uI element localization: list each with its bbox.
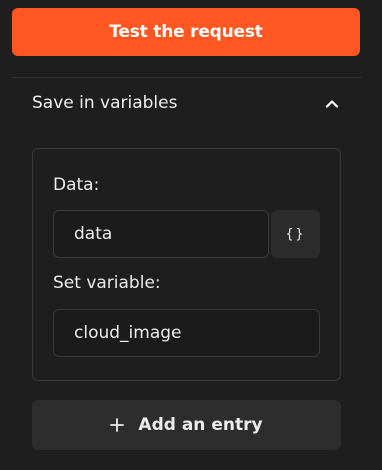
add-entry-button[interactable]: Add an entry — [32, 400, 341, 450]
json-variable-button[interactable]: {} — [271, 210, 320, 258]
test-request-label: Test the request — [109, 22, 263, 42]
chevron-up-icon[interactable] — [324, 95, 340, 111]
data-input[interactable]: data — [53, 210, 269, 258]
data-input-value: data — [74, 224, 113, 244]
save-in-variables-panel: Test the request Save in variables Data:… — [0, 0, 382, 470]
variable-entry-card: Data: data {} Set variable: cloud_image — [32, 148, 341, 381]
set-variable-value: cloud_image — [74, 323, 182, 343]
save-in-variables-header[interactable]: Save in variables — [12, 78, 361, 128]
curly-braces-icon: {} — [285, 226, 306, 242]
add-entry-label: Add an entry — [138, 415, 263, 435]
set-variable-input[interactable]: cloud_image — [53, 309, 320, 357]
test-request-button[interactable]: Test the request — [12, 8, 360, 56]
data-field-label: Data: — [53, 175, 100, 195]
section-title: Save in variables — [32, 93, 178, 113]
set-variable-label: Set variable: — [53, 273, 161, 293]
plus-icon — [110, 418, 125, 432]
